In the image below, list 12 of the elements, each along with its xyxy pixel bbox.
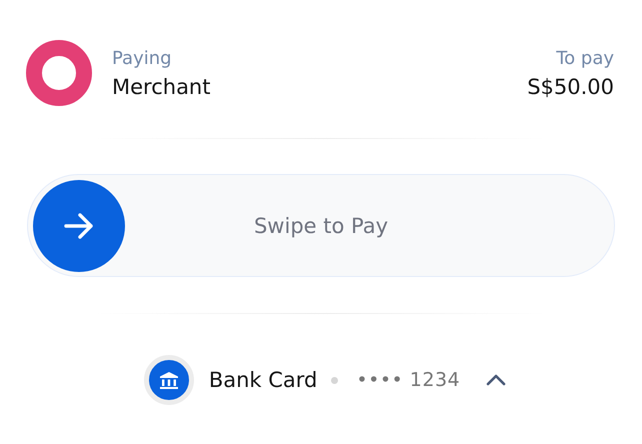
swipe-handle[interactable] — [33, 180, 125, 272]
to-pay-label: To pay — [556, 48, 614, 68]
merchant-name: Merchant — [112, 74, 210, 98]
swipe-label: Swipe to Pay — [254, 214, 388, 238]
chevron-button[interactable] — [484, 372, 508, 388]
card-number: •••• 1234 — [356, 369, 460, 391]
amount-value: S$50.00 — [527, 74, 614, 98]
paying-label: Paying — [112, 48, 173, 68]
payment-method-name: Bank Card — [208, 368, 318, 392]
separator-dot-icon — [331, 376, 338, 384]
arrow-right-icon — [64, 212, 94, 238]
swipe-slider[interactable]: Swipe to Pay — [27, 174, 615, 277]
